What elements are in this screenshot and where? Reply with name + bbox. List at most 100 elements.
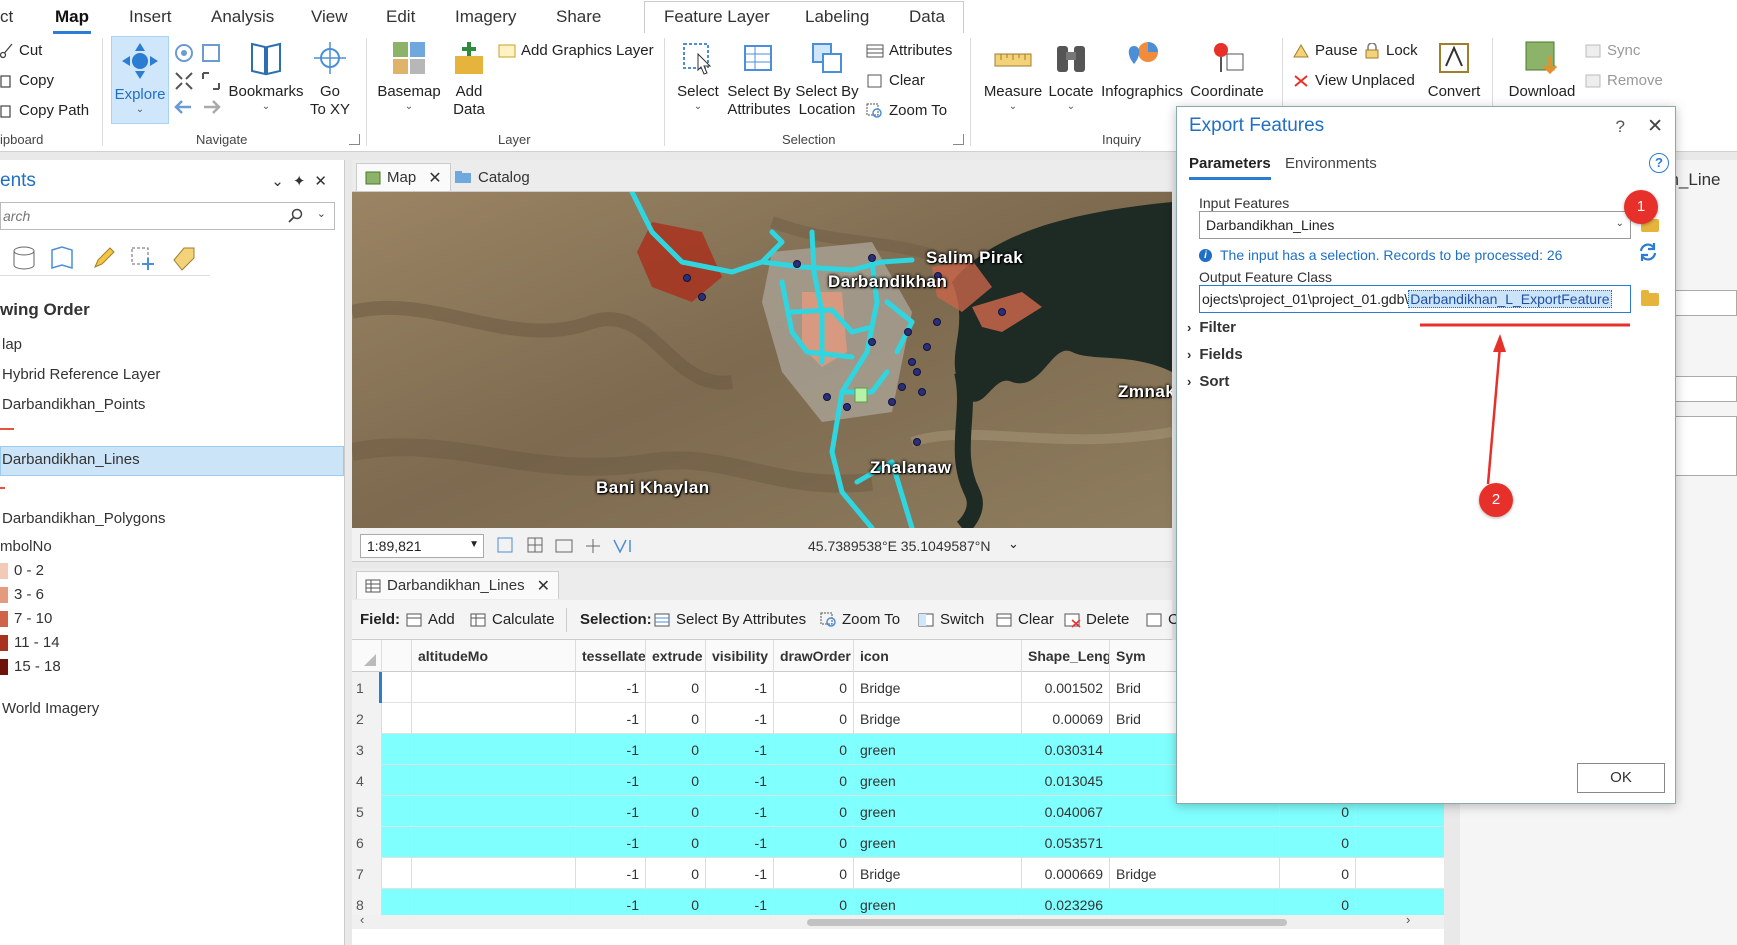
column-header-blank[interactable] xyxy=(382,640,412,672)
column-header-icon[interactable]: icon xyxy=(854,640,1022,672)
close-map-tab-icon[interactable]: ✕ xyxy=(428,168,441,188)
table-cell-n[interactable]: 3 xyxy=(352,734,382,765)
list-by-drawing-order-icon[interactable] xyxy=(48,244,76,272)
scale-dropdown-icon[interactable]: ▼ xyxy=(469,539,479,550)
table-cell-extra[interactable]: 0 xyxy=(1280,827,1356,858)
selection-launcher-icon[interactable] xyxy=(953,134,964,145)
table-cell-visibility[interactable]: -1 xyxy=(706,858,774,889)
table-cell-empty[interactable] xyxy=(412,734,576,765)
table-row[interactable]: 7 -1 0 -1 0 Bridge 0.000669 Bridge 0 xyxy=(352,858,1444,889)
contents-search-input[interactable] xyxy=(1,203,281,229)
scroll-left-icon[interactable]: ‹ xyxy=(360,912,364,927)
infographics-button[interactable]: Infographics xyxy=(1098,38,1186,124)
tab-parameters[interactable]: Parameters xyxy=(1189,155,1271,180)
close-table-tab-icon[interactable]: ✕ xyxy=(537,576,550,596)
tab-environments[interactable]: Environments xyxy=(1285,155,1377,172)
table-cell-icon[interactable]: green xyxy=(854,796,1022,827)
snapping-icon[interactable] xyxy=(128,244,156,272)
table-cell-visibility[interactable]: -1 xyxy=(706,796,774,827)
pane-controls[interactable]: ⌄✦✕ xyxy=(271,172,336,190)
table-cell-empty[interactable] xyxy=(412,672,576,703)
forward-arrow-icon[interactable] xyxy=(200,96,222,118)
table-cell-visibility[interactable]: -1 xyxy=(706,703,774,734)
table-cell-visibility[interactable]: -1 xyxy=(706,765,774,796)
table-cell-empty[interactable] xyxy=(382,796,412,827)
table-select-by-attributes-button[interactable]: Select By Attributes xyxy=(654,611,806,628)
pencil-icon[interactable] xyxy=(90,244,118,272)
table-cell-n[interactable]: 1 xyxy=(352,672,382,703)
ok-button[interactable]: OK xyxy=(1577,763,1665,793)
column-header-visibility[interactable]: visibility xyxy=(706,640,774,672)
tab-data[interactable]: Data xyxy=(909,7,945,27)
table-cell-empty[interactable] xyxy=(412,796,576,827)
table-cell-n[interactable]: 4 xyxy=(352,765,382,796)
zoom-to-selection-button[interactable]: Zoom To xyxy=(866,102,947,119)
table-cell-empty[interactable] xyxy=(382,858,412,889)
grid-tools-icons[interactable] xyxy=(496,536,646,556)
table-cell-sym[interactable] xyxy=(1110,827,1280,858)
table-cell-visibility[interactable]: -1 xyxy=(706,672,774,703)
column-header-extrude[interactable]: extrude xyxy=(646,640,706,672)
tab-view[interactable]: View xyxy=(311,7,348,27)
tab-project[interactable]: ct xyxy=(0,7,13,27)
table-cell-tessellate[interactable]: -1 xyxy=(576,765,646,796)
table-cell-empty[interactable] xyxy=(382,672,412,703)
contents-search[interactable]: ⌄ xyxy=(0,202,335,230)
map-canvas[interactable]: Salim Pirak Darbandikhan Zmnako Zhalanaw… xyxy=(352,192,1172,528)
table-cell-drawOrder[interactable]: 0 xyxy=(774,672,854,703)
table-cell-extrude[interactable]: 0 xyxy=(646,765,706,796)
right-pane-field[interactable] xyxy=(1674,416,1737,476)
table-cell-shape[interactable]: 0.030314 xyxy=(1022,734,1110,765)
table-cell-tessellate[interactable]: -1 xyxy=(576,734,646,765)
table-cell-extrude[interactable]: 0 xyxy=(646,858,706,889)
table-corner[interactable] xyxy=(352,640,382,672)
table-cell-extrude[interactable]: 0 xyxy=(646,703,706,734)
input-features-field[interactable]: Darbandikhan_Lines ⌄ xyxy=(1199,211,1631,239)
table-cell-extrude[interactable]: 0 xyxy=(646,672,706,703)
table-cell-tessellate[interactable]: -1 xyxy=(576,858,646,889)
back-arrow-icon[interactable] xyxy=(173,96,195,118)
tree-item-points[interactable]: Darbandikhan_Points xyxy=(2,396,145,413)
full-extent-icon[interactable] xyxy=(173,42,195,64)
table-cell-empty[interactable] xyxy=(382,734,412,765)
view-unplaced-button[interactable]: View Unplaced xyxy=(1292,72,1415,89)
column-header-tessellate[interactable]: tessellate xyxy=(576,640,646,672)
delete-selected-button[interactable]: Delete xyxy=(1064,611,1129,628)
tree-item-map[interactable]: lap xyxy=(2,336,22,353)
locate-button[interactable]: Locate ⌄ xyxy=(1044,38,1098,124)
pause-labeling-button[interactable]: Pause xyxy=(1292,42,1358,59)
copy-button[interactable]: Copy xyxy=(0,72,54,89)
table-cell-visibility[interactable]: -1 xyxy=(706,734,774,765)
column-header-shape-leng[interactable]: Shape_Leng xyxy=(1022,640,1110,672)
output-browse-folder-icon[interactable] xyxy=(1641,290,1659,306)
table-cell-icon[interactable]: green xyxy=(854,734,1022,765)
add-field-button[interactable]: Add xyxy=(406,611,455,628)
scroll-right-icon[interactable]: › xyxy=(1406,912,1410,927)
tool-help-icon[interactable]: ? xyxy=(1649,153,1669,173)
table-cell-drawOrder[interactable]: 0 xyxy=(774,703,854,734)
output-feature-class-input[interactable]: ojects\project_01\project_01.gdb\ Darband… xyxy=(1199,285,1631,313)
lock-labels-button[interactable]: Lock xyxy=(1363,42,1418,59)
right-pane-field[interactable] xyxy=(1674,290,1737,316)
table-cell-empty[interactable] xyxy=(412,765,576,796)
table-cell-extra[interactable]: 0 xyxy=(1280,858,1356,889)
add-graphics-layer-button[interactable]: Add Graphics Layer xyxy=(498,42,654,59)
table-row[interactable]: 6 -1 0 -1 0 green 0.053571 0 xyxy=(352,827,1444,858)
tab-feature-layer[interactable]: Feature Layer xyxy=(664,7,770,27)
bookmarks-button[interactable]: Bookmarks ⌄ xyxy=(228,38,304,124)
dialog-close-icon[interactable]: ✕ xyxy=(1647,115,1663,138)
table-cell-icon[interactable]: green xyxy=(854,827,1022,858)
measure-button[interactable]: Measure ⌄ xyxy=(980,38,1046,124)
switch-selection-button[interactable]: Switch xyxy=(918,611,984,628)
column-header-altitude[interactable]: altitudeMo xyxy=(412,640,576,672)
select-by-location-button[interactable]: Select By Location xyxy=(792,38,862,124)
add-data-button[interactable]: Add Data xyxy=(442,38,496,124)
table-cell-extrude[interactable]: 0 xyxy=(646,796,706,827)
table-cell-extrude[interactable]: 0 xyxy=(646,734,706,765)
table-cell-n[interactable]: 2 xyxy=(352,703,382,734)
table-cell-sym[interactable]: Bridge xyxy=(1110,858,1280,889)
go-to-xy-button[interactable]: Go To XY xyxy=(306,38,354,124)
tab-share[interactable]: Share xyxy=(556,7,601,27)
tab-map-view[interactable]: Map ✕ xyxy=(356,163,451,191)
table-cell-empty[interactable] xyxy=(412,858,576,889)
